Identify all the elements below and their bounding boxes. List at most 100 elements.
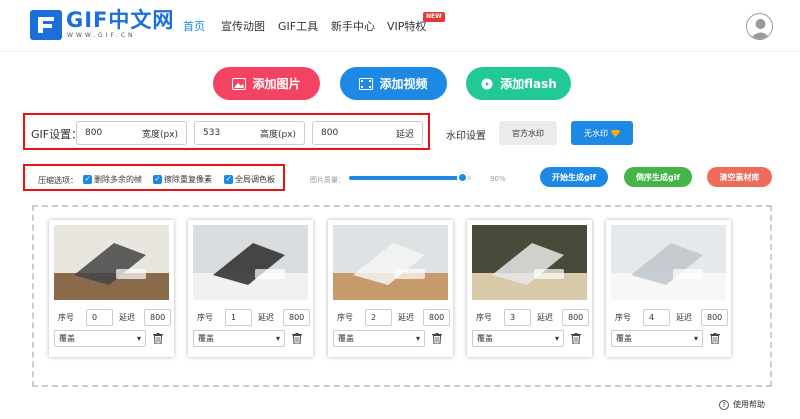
seq-input[interactable]: 4 xyxy=(643,309,670,326)
video-icon xyxy=(359,77,374,90)
height-unit: 高度(px) xyxy=(259,129,296,140)
quality-slider-fill xyxy=(349,176,459,180)
no-watermark-label: 无水印 xyxy=(584,128,608,138)
checkbox-check-icon: ✓ xyxy=(224,175,233,184)
chevron-down-icon: ▾ xyxy=(554,334,559,343)
frame-card[interactable]: 序号 1 延迟 800 覆盖 ▾ xyxy=(188,220,313,357)
frame-thumbnail xyxy=(54,225,169,300)
width-input[interactable]: 800 宽度(px) xyxy=(76,121,187,145)
frame-mode-select[interactable]: 覆盖 ▾ xyxy=(472,330,564,347)
add-flash-button[interactable]: 添加flash xyxy=(466,67,571,100)
chevron-down-icon: ▾ xyxy=(136,334,141,343)
seq-input[interactable]: 3 xyxy=(504,309,531,326)
delay-frame-input[interactable]: 800 xyxy=(144,309,171,326)
delay-frame-input[interactable]: 800 xyxy=(701,309,728,326)
frame-mode-select[interactable]: 覆盖 ▾ xyxy=(333,330,425,347)
delay-label: 延迟 xyxy=(537,313,553,322)
chevron-down-icon: ▾ xyxy=(275,334,280,343)
frame-thumbnail xyxy=(193,225,308,300)
delay-frame-input[interactable]: 800 xyxy=(283,309,310,326)
flash-icon xyxy=(481,78,493,89)
official-watermark-button[interactable]: 官方水印 xyxy=(499,121,557,145)
no-watermark-button[interactable]: 无水印 xyxy=(571,121,633,145)
frame-thumbnail xyxy=(611,225,726,300)
trash-icon[interactable] xyxy=(432,333,442,344)
checkbox-check-icon: ✓ xyxy=(83,175,92,184)
seq-value: 1 xyxy=(231,313,237,322)
erase-pixels-label: 擦除重复像素 xyxy=(164,175,212,184)
remove-frames-checkbox[interactable]: ✓ 删除多余的帧 xyxy=(83,174,142,185)
compress-label: 压缩选项： xyxy=(38,176,78,185)
add-video-button[interactable]: 添加视频 xyxy=(340,67,447,100)
erase-pixels-checkbox[interactable]: ✓ 擦除重复像素 xyxy=(153,174,212,185)
add-video-label: 添加视频 xyxy=(379,77,428,91)
frame-card[interactable]: 序号 2 延迟 800 覆盖 ▾ xyxy=(328,220,453,357)
height-input[interactable]: 533 高度(px) xyxy=(194,121,305,145)
help-label: 使用帮助 xyxy=(733,400,765,409)
seq-label: 序号 xyxy=(337,313,353,322)
seq-input[interactable]: 1 xyxy=(225,309,252,326)
seq-label: 序号 xyxy=(58,313,74,322)
seq-value: 4 xyxy=(649,313,655,322)
seq-value: 0 xyxy=(92,313,98,322)
nav-gif-tools[interactable]: GIF工具 xyxy=(278,18,318,34)
delay-input[interactable]: 800 延迟 xyxy=(312,121,423,145)
global-palette-label: 全局调色板 xyxy=(235,175,275,184)
user-avatar-icon[interactable] xyxy=(746,13,773,40)
seq-value: 2 xyxy=(371,313,377,322)
frame-mode-value: 覆盖 xyxy=(477,334,493,343)
trash-icon[interactable] xyxy=(710,333,720,344)
add-image-label: 添加图片 xyxy=(252,77,301,91)
delay-label: 延迟 xyxy=(676,313,692,322)
new-badge: NEW xyxy=(423,12,445,22)
quality-slider[interactable] xyxy=(349,176,471,180)
nav-home[interactable]: 首页 xyxy=(183,18,205,34)
delay-frame-input[interactable]: 800 xyxy=(562,309,589,326)
frame-card[interactable]: 序号 4 延迟 800 覆盖 ▾ xyxy=(606,220,731,357)
nav-promo-gif[interactable]: 宣传动图 xyxy=(221,18,265,34)
delay-value: 800 xyxy=(321,128,339,138)
quality-value: 90% xyxy=(490,175,506,183)
trash-icon[interactable] xyxy=(153,333,163,344)
delay-frame-value: 800 xyxy=(429,313,445,322)
seq-label: 序号 xyxy=(476,313,492,322)
help-link[interactable]: ? 使用帮助 xyxy=(719,399,765,410)
seq-label: 序号 xyxy=(197,313,213,322)
global-palette-checkbox[interactable]: ✓ 全局调色板 xyxy=(224,174,275,185)
quality-label: 图片质量： xyxy=(310,176,345,184)
trash-icon[interactable] xyxy=(571,333,581,344)
delay-frame-value: 800 xyxy=(150,313,166,322)
seq-input[interactable]: 2 xyxy=(365,309,392,326)
chevron-down-icon: ▾ xyxy=(693,334,698,343)
quality-slider-knob[interactable] xyxy=(457,172,468,183)
delay-unit: 延迟 xyxy=(395,129,414,140)
nav-beginner[interactable]: 新手中心 xyxy=(331,18,375,34)
logo-icon xyxy=(30,10,62,40)
seq-input[interactable]: 0 xyxy=(86,309,113,326)
frame-thumbnail xyxy=(472,225,587,300)
height-value: 533 xyxy=(203,128,221,138)
top-header: GIF中文网 WWW.GIF.CN 首页 宣传动图 GIF工具 新手中心 VIP… xyxy=(0,0,800,52)
diamond-icon xyxy=(611,129,620,137)
add-flash-label: 添加flash xyxy=(500,77,557,91)
trash-icon[interactable] xyxy=(292,333,302,344)
logo-subtitle: WWW.GIF.CN xyxy=(67,32,136,39)
chevron-down-icon: ▾ xyxy=(415,334,420,343)
frame-card[interactable]: 序号 0 延迟 800 覆盖 ▾ xyxy=(49,220,174,357)
start-gif-button[interactable]: 开始生成gif xyxy=(540,167,608,187)
nav-vip[interactable]: VIP特权 xyxy=(387,18,426,34)
reverse-gif-button[interactable]: 倒序生成gif xyxy=(624,167,692,187)
frame-mode-select[interactable]: 覆盖 ▾ xyxy=(193,330,285,347)
logo-text[interactable]: GIF中文网 xyxy=(66,9,174,31)
frame-mode-select[interactable]: 覆盖 ▾ xyxy=(54,330,146,347)
frame-mode-value: 覆盖 xyxy=(338,334,354,343)
frame-card[interactable]: 序号 3 延迟 800 覆盖 ▾ xyxy=(467,220,592,357)
delay-frame-input[interactable]: 800 xyxy=(423,309,450,326)
frame-mode-select[interactable]: 覆盖 ▾ xyxy=(611,330,703,347)
add-image-button[interactable]: 添加图片 xyxy=(213,67,320,100)
width-unit: 宽度(px) xyxy=(141,129,178,140)
delay-label: 延迟 xyxy=(119,313,135,322)
clear-library-button[interactable]: 清空素材库 xyxy=(707,167,772,187)
frame-mode-value: 覆盖 xyxy=(616,334,632,343)
remove-frames-label: 删除多余的帧 xyxy=(94,175,142,184)
